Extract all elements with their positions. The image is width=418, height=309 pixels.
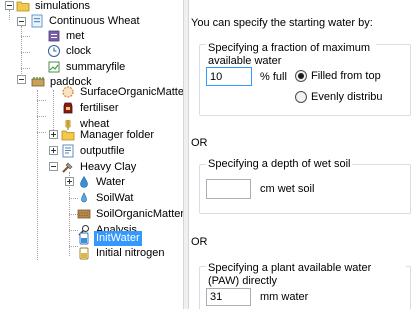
collapse-toggle-heavy-clay[interactable]: [49, 162, 58, 171]
fertiliser-icon: [61, 101, 75, 115]
or-label: OR: [191, 236, 208, 248]
soilwat-icon: [77, 191, 91, 205]
tree-item-label: outputfile: [80, 144, 125, 157]
tree-item-label: SoilOrganicMatter: [96, 207, 183, 220]
simulation-tree[interactable]: simulations Continuous Wheat met clock s…: [0, 0, 183, 309]
clock-icon: [47, 44, 61, 58]
radio-filled-from-top-label: Filled from top: [311, 70, 381, 82]
tree-connector: [21, 52, 30, 53]
tree-item-met[interactable]: met: [47, 28, 86, 44]
paw-group-title: Specifying a plant available water (PAW)…: [206, 262, 406, 288]
soil-organic-matter-icon: [77, 207, 91, 221]
tree-item-water[interactable]: Water: [77, 174, 127, 190]
depth-group-title: Specifying a depth of wet soil: [206, 158, 353, 171]
expand-toggle-water[interactable]: [65, 177, 74, 186]
folder-icon: [16, 0, 30, 13]
tree-connector: [21, 68, 30, 69]
tree-item-initial-nitrogen[interactable]: Initial nitrogen: [77, 245, 167, 261]
tree-connector: [37, 132, 46, 133]
collapse-toggle-simulations[interactable]: [5, 1, 14, 10]
tree-item-label: Continuous Wheat: [49, 14, 140, 27]
tree-item-manager-folder[interactable]: Manager folder: [61, 127, 156, 143]
collapse-toggle-continuous-wheat[interactable]: [17, 17, 26, 26]
tree-item-simulations[interactable]: simulations: [16, 0, 92, 14]
radio-selected-icon: [295, 70, 307, 82]
tree-item-clock[interactable]: clock: [47, 43, 93, 59]
paddock-icon: [31, 75, 45, 89]
paw-unit-label: mm water: [260, 291, 309, 303]
tree-item-label: SoilWat: [96, 191, 134, 204]
tree-item-label: summaryfile: [66, 60, 126, 73]
tree-item-fertiliser[interactable]: fertiliser: [61, 100, 121, 116]
folder-icon: [61, 128, 75, 142]
collapse-toggle-paddock[interactable]: [17, 75, 26, 84]
tree-item-label: clock: [66, 44, 92, 57]
surface-organic-matter-icon: [61, 85, 75, 99]
fraction-group-title: Specifying a fraction of maximum availab…: [206, 42, 376, 68]
init-water-form: You can specify the starting water by: S…: [189, 0, 418, 309]
tree-item-continuous-wheat[interactable]: Continuous Wheat: [30, 13, 142, 29]
radio-evenly-distributed-label: Evenly distribu: [311, 91, 383, 103]
tree-item-outputfile[interactable]: outputfile: [61, 143, 127, 159]
tree-item-soil-organic-matter[interactable]: SoilOrganicMatter: [77, 206, 183, 222]
radio-filled-from-top[interactable]: Filled from top: [295, 70, 381, 82]
simulation-icon: [30, 14, 44, 28]
summaryfile-icon: [47, 60, 61, 74]
initial-nitrogen-icon: [77, 246, 91, 260]
intro-text: You can specify the starting water by:: [191, 17, 373, 29]
tree-item-label: SurfaceOrganicMatte: [80, 85, 183, 98]
depth-unit-label: cm wet soil: [260, 183, 315, 195]
or-label: OR: [191, 137, 208, 149]
outputfile-icon: [61, 144, 75, 158]
tree-item-label: simulations: [35, 0, 91, 12]
tree-item-label: Heavy Clay: [80, 160, 137, 173]
fraction-unit-label: % full: [260, 71, 287, 83]
wet-soil-depth-input[interactable]: [206, 179, 251, 199]
tree-item-surface-organic-matter[interactable]: SurfaceOrganicMatte: [61, 84, 183, 100]
init-water-icon: [77, 231, 91, 245]
tree-connector: [9, 10, 10, 20]
tree-item-label: InitWater: [94, 230, 142, 246]
tree-connector: [37, 100, 46, 101]
paw-input[interactable]: [206, 288, 251, 306]
expand-toggle-outputfile[interactable]: [49, 146, 58, 155]
tree-item-label: met: [66, 29, 85, 42]
expand-toggle-manager-folder[interactable]: [49, 130, 58, 139]
tree-connector: [21, 36, 30, 37]
fraction-input[interactable]: [206, 67, 252, 86]
tree-item-summaryfile[interactable]: summaryfile: [47, 59, 127, 75]
tree-item-init-water[interactable]: InitWater: [77, 230, 142, 246]
tree-connector: [37, 116, 46, 117]
tree-item-label: fertiliser: [80, 101, 119, 114]
met-icon: [47, 29, 61, 43]
soil-icon: [61, 160, 75, 174]
tree-item-heavy-clay[interactable]: Heavy Clay: [61, 159, 138, 175]
water-icon: [77, 175, 91, 189]
tree-item-label: Manager folder: [80, 128, 154, 141]
radio-unselected-icon: [295, 91, 307, 103]
tree-item-label: Initial nitrogen: [96, 246, 165, 259]
tree-item-soilwat[interactable]: SoilWat: [77, 190, 136, 206]
radio-evenly-distributed[interactable]: Evenly distribu: [295, 91, 383, 103]
tree-item-label: Water: [96, 175, 125, 188]
tree-connector: [53, 90, 54, 130]
